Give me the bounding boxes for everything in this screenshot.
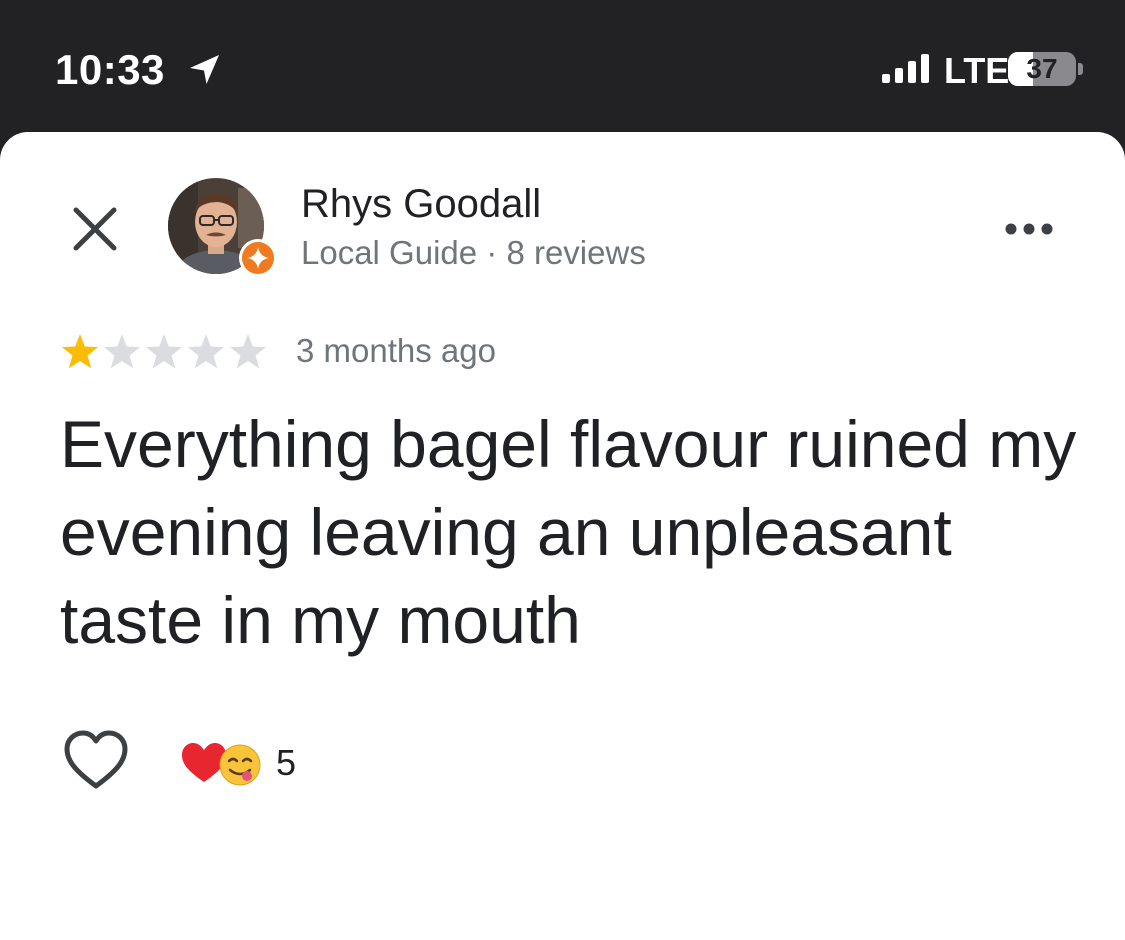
face-savoring-food-emoji: [219, 744, 261, 786]
location-arrow-icon: [190, 55, 219, 84]
more-options-icon[interactable]: [998, 212, 1060, 246]
star-empty-icon: [103, 334, 141, 369]
reaction-count: 5: [276, 742, 297, 783]
cellular-signal-icon: [882, 54, 929, 83]
close-icon[interactable]: [66, 200, 124, 258]
star-empty-icon: [229, 334, 267, 369]
red-heart-emoji: [182, 743, 226, 782]
battery-icon: 37: [1008, 52, 1076, 86]
network-type: LTE: [944, 50, 1010, 91]
reviewer-name[interactable]: Rhys Goodall: [301, 182, 541, 227]
star-filled-icon: [61, 334, 99, 369]
star-empty-icon: [145, 334, 183, 369]
reviewer-meta: Local Guide · 8 reviews: [301, 234, 646, 271]
battery-level: 37: [1026, 53, 1058, 84]
battery-cap: [1078, 63, 1083, 75]
reaction-emojis[interactable]: [180, 738, 264, 788]
status-time: 10:33: [55, 46, 165, 93]
review-text: Everything bagel flavour ruined my eveni…: [60, 407, 1077, 657]
review-sheet: Rhys Goodall Local Guide · 8 reviews 3 m…: [0, 132, 1125, 940]
review-date: 3 months ago: [296, 332, 496, 369]
local-guide-badge-icon: [239, 239, 277, 277]
star-empty-icon: [187, 334, 225, 369]
heart-outline-icon[interactable]: [62, 728, 130, 792]
star-rating: [61, 334, 267, 369]
status-bar: 10:33 LTE 37: [0, 0, 1125, 132]
